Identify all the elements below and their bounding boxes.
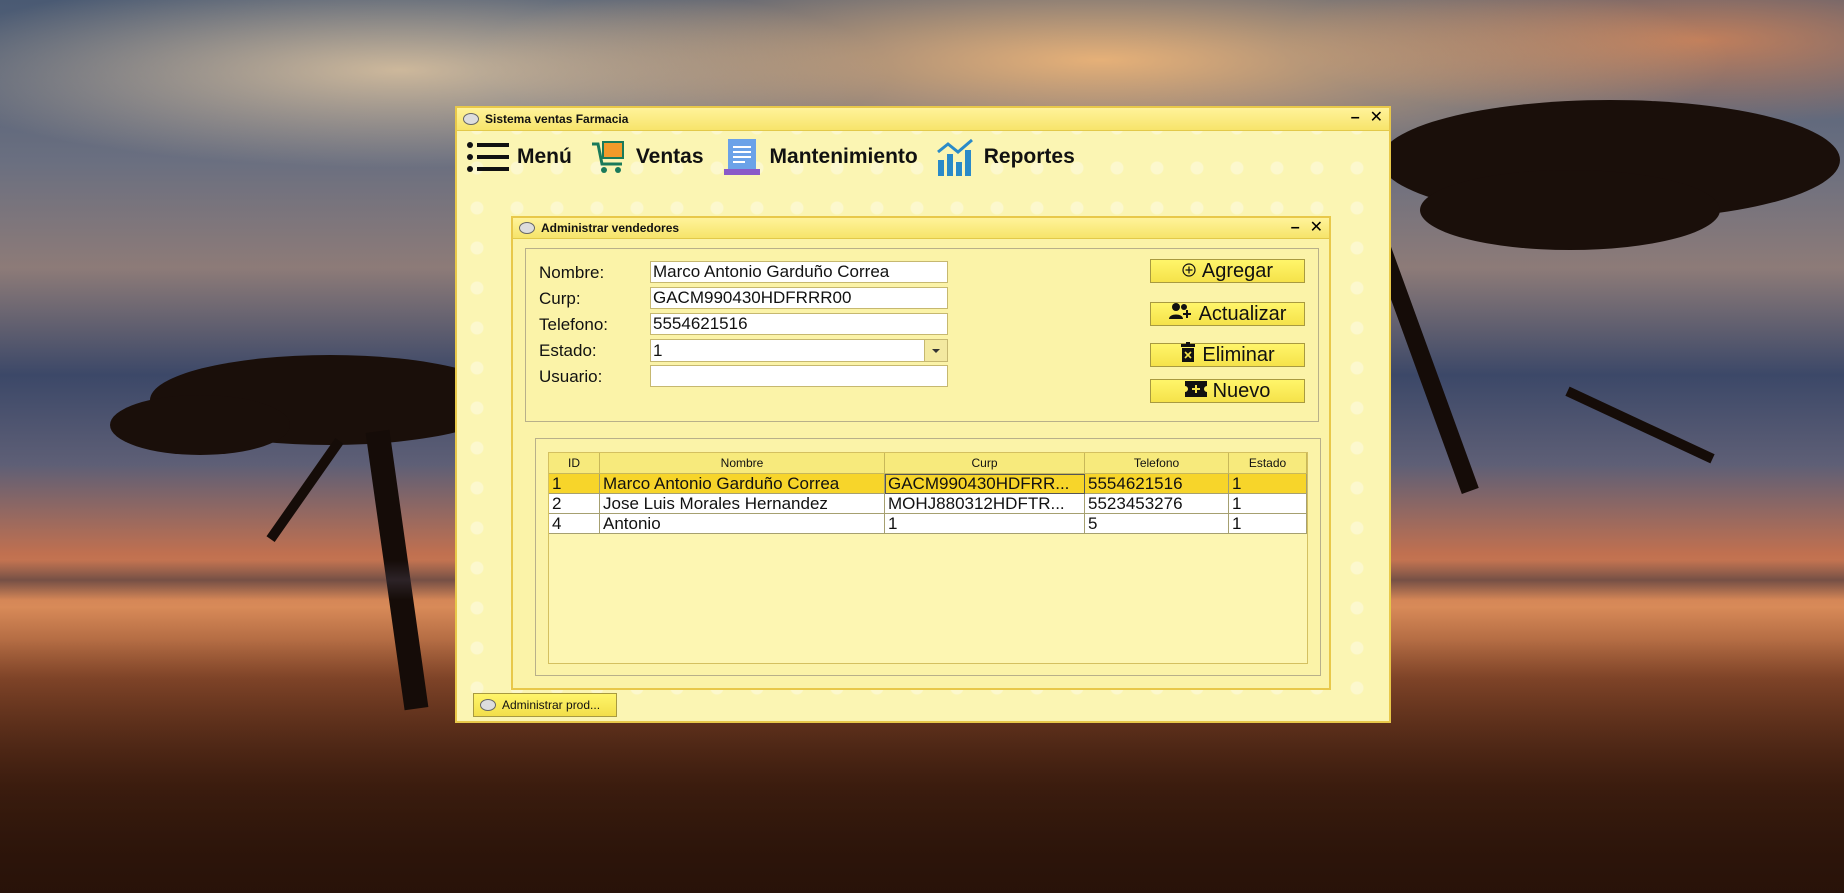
table-cell: 1: [1229, 494, 1307, 514]
form-panel: Nombre: Marco Antonio Garduño Correa Cur…: [525, 248, 1319, 422]
user-edit-icon: [1168, 302, 1193, 326]
estado-selected-value: 1: [653, 341, 663, 360]
table-row[interactable]: 4 Antonio 1 5 1: [549, 514, 1307, 534]
table-cell: GACM990430HDFRR...: [885, 474, 1085, 494]
menu-bar: Menú Ventas Mantenimiento Reportes: [457, 131, 1389, 183]
table-cell: MOHJ880312HDFTR...: [885, 494, 1085, 514]
telefono-field[interactable]: 5554621516: [650, 313, 948, 335]
agregar-button[interactable]: Agregar: [1150, 259, 1305, 283]
usuario-field[interactable]: [650, 365, 948, 387]
nombre-label: Nombre:: [539, 263, 605, 282]
receipt-icon: [722, 137, 762, 177]
column-header-telefono[interactable]: Telefono: [1085, 453, 1229, 473]
close-button[interactable]: ✕: [1370, 109, 1383, 127]
table-cell: Jose Luis Morales Hernandez: [600, 494, 885, 514]
coffee-cup-icon: [480, 699, 496, 711]
menu-label: Mantenimiento: [769, 145, 918, 168]
table-cell: 1: [1229, 474, 1307, 494]
dialog-title: Administrar vendedores: [541, 221, 680, 235]
menu-item-ventas[interactable]: Ventas: [590, 138, 704, 176]
main-window: Sistema ventas Farmacia – ✕ Menú Ventas …: [455, 106, 1391, 723]
hamburger-icon: [467, 141, 509, 173]
menu-item-menu[interactable]: Menú: [467, 141, 572, 173]
eliminar-button[interactable]: Eliminar: [1150, 342, 1305, 368]
table-row[interactable]: 2 Jose Luis Morales Hernandez MOHJ880312…: [549, 494, 1307, 514]
dialog-title-bar[interactable]: Administrar vendedores – ✕: [513, 218, 1329, 239]
vendedores-dialog: Administrar vendedores – ✕ Nombre: Marco…: [511, 216, 1331, 690]
table-cell: Antonio: [600, 514, 885, 534]
app-title: Sistema ventas Farmacia: [485, 112, 629, 126]
curp-label: Curp:: [539, 289, 581, 308]
table-cell: 4: [549, 514, 600, 534]
dialog-close-button[interactable]: ✕: [1310, 219, 1323, 237]
nombre-field[interactable]: Marco Antonio Garduño Correa: [650, 261, 948, 283]
column-header-nombre[interactable]: Nombre: [600, 453, 885, 473]
taskbar-item-label: Administrar prod...: [502, 698, 601, 712]
nuevo-label: Nuevo: [1212, 379, 1271, 402]
curp-field[interactable]: GACM990430HDFRRR00: [650, 287, 948, 309]
agregar-label: Agregar: [1201, 259, 1274, 282]
menu-item-mantenimiento[interactable]: Mantenimiento: [722, 137, 918, 177]
table-cell: Marco Antonio Garduño Correa: [600, 474, 885, 494]
table-header: ID Nombre Curp Telefono Estado: [549, 453, 1307, 474]
dialog-minimize-button[interactable]: –: [1291, 219, 1300, 237]
chevron-down-icon[interactable]: [924, 340, 947, 361]
actualizar-label: Actualizar: [1198, 302, 1287, 325]
table-cell: 1: [1229, 514, 1307, 534]
eliminar-label: Eliminar: [1202, 343, 1275, 366]
vendedores-table[interactable]: ID Nombre Curp Telefono Estado 1 Marco A…: [548, 452, 1308, 664]
menu-label: Menú: [517, 145, 572, 168]
plus-circle-icon: [1182, 260, 1196, 283]
coffee-cup-icon: [519, 222, 535, 234]
table-cell: 2: [549, 494, 600, 514]
usuario-label: Usuario:: [539, 367, 603, 386]
column-header-estado[interactable]: Estado: [1229, 453, 1307, 473]
menu-label: Ventas: [635, 145, 704, 168]
bar-chart-icon: [936, 138, 976, 176]
actualizar-button[interactable]: Actualizar: [1150, 302, 1305, 326]
telefono-label: Telefono:: [539, 315, 608, 334]
column-header-curp[interactable]: Curp: [885, 453, 1085, 473]
table-cell: 5: [1085, 514, 1229, 534]
nuevo-button[interactable]: Nuevo: [1150, 379, 1305, 403]
table-cell: 5554621516: [1085, 474, 1229, 494]
column-header-id[interactable]: ID: [549, 453, 600, 473]
estado-select[interactable]: 1: [650, 339, 948, 362]
shopping-cart-icon: [590, 138, 628, 176]
table-cell: 5523453276: [1085, 494, 1229, 514]
ticket-add-icon: [1184, 380, 1207, 403]
coffee-cup-icon: [463, 113, 479, 125]
table-cell: 1: [885, 514, 1085, 534]
table-cell: 1: [549, 474, 600, 494]
table-panel: ID Nombre Curp Telefono Estado 1 Marco A…: [535, 438, 1321, 676]
taskbar-item-administrar-productos[interactable]: Administrar prod...: [473, 693, 617, 717]
trash-icon: [1180, 342, 1196, 368]
estado-label: Estado:: [539, 341, 597, 360]
menu-label: Reportes: [983, 145, 1075, 168]
minimize-button[interactable]: –: [1351, 109, 1360, 127]
menu-item-reportes[interactable]: Reportes: [936, 138, 1075, 176]
table-row[interactable]: 1 Marco Antonio Garduño Correa GACM99043…: [549, 474, 1307, 494]
main-title-bar[interactable]: Sistema ventas Farmacia – ✕: [457, 108, 1389, 131]
internal-taskbar: Administrar prod...: [457, 689, 1389, 721]
